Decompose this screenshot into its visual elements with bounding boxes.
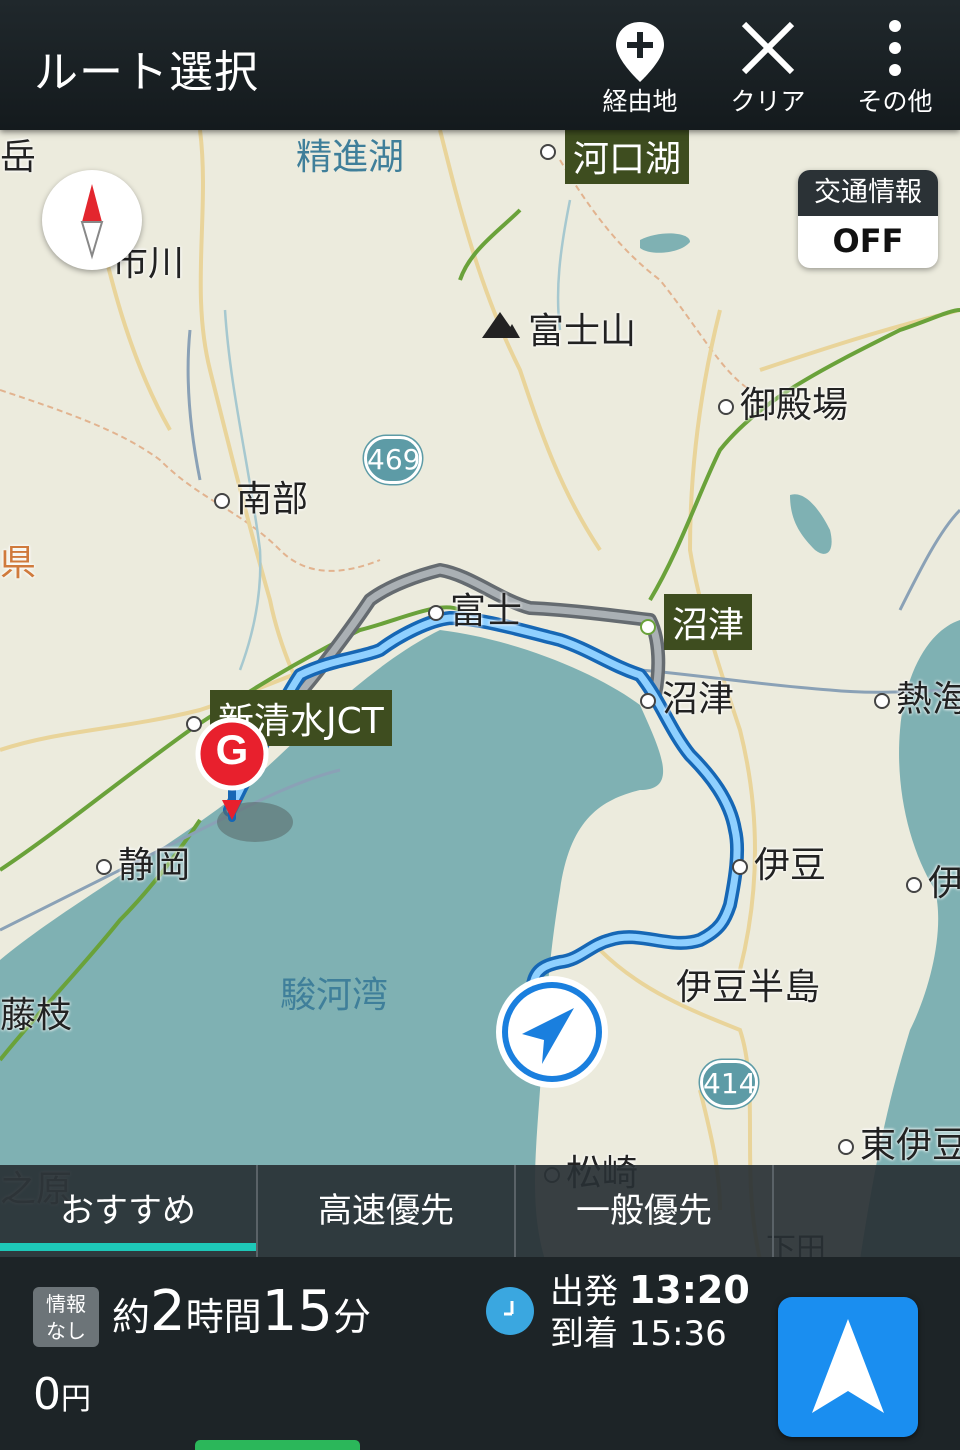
- label-nanbu-wrap: 南部: [214, 470, 308, 522]
- arrive-label: 到着: [550, 1314, 618, 1354]
- traffic-info-badge: 情報 なし: [33, 1287, 99, 1347]
- label-nanbu: 南部: [236, 479, 309, 520]
- tab-general-label: 一般優先: [576, 1191, 712, 1231]
- depart-label: 出発: [550, 1272, 618, 1312]
- arrive-time: 15:36: [628, 1314, 727, 1354]
- route-option-tabs: おすすめ 高速優先 一般優先: [0, 1165, 960, 1257]
- badge-line1: 情報: [46, 1292, 86, 1316]
- map-base: [0, 130, 960, 1260]
- route-shield-469: 469: [364, 436, 422, 484]
- duration-minutes: 15: [261, 1279, 333, 1344]
- label-kawaguchiko-place: [540, 130, 562, 171]
- route-summary: 情報 なし 約2時間15分 出発 13:20 到着 15:36 0円: [0, 1257, 960, 1450]
- active-tab-indicator: [0, 1243, 256, 1251]
- label-ito: 伊: [928, 863, 960, 904]
- depart-time: 13:20: [628, 1268, 750, 1312]
- toll-unit: 円: [61, 1382, 91, 1417]
- tab-highway-label: 高速優先: [318, 1191, 454, 1231]
- lake-ashi: [790, 494, 832, 554]
- label-gotemba-wrap: 御殿場: [718, 376, 848, 428]
- navigation-arrow-icon: [812, 1319, 884, 1413]
- label-numazu-wrap: 沼津: [640, 670, 734, 722]
- current-location-marker[interactable]: [492, 972, 612, 1092]
- compass-button[interactable]: [42, 170, 142, 270]
- app-header: ルート選択 経由地 クリア その他: [0, 0, 960, 130]
- goal-letter: G: [215, 726, 249, 773]
- label-numazu: 沼津: [662, 679, 735, 720]
- label-fuji-wrap: 富士: [428, 582, 522, 634]
- current-location-arrow-icon: [496, 976, 608, 1088]
- label-numazu-green-dot: [640, 605, 662, 646]
- goal-marker[interactable]: G: [194, 716, 274, 826]
- label-shizuoka-wrap: 静岡: [96, 836, 190, 888]
- add-waypoint-button[interactable]: 経由地: [585, 14, 695, 124]
- label-ito-wrap: 伊: [906, 854, 960, 906]
- route-shield-414: 414: [700, 1060, 758, 1108]
- tab-recommended-label: おすすめ: [60, 1191, 196, 1231]
- clock-icon: [486, 1287, 534, 1335]
- tab-general-priority[interactable]: 一般優先: [516, 1165, 774, 1257]
- label-fujisan: 富士山: [528, 311, 637, 352]
- toll-value: 0: [33, 1369, 61, 1420]
- label-surugawan: 駿河湾: [280, 975, 389, 1016]
- traffic-toggle[interactable]: 交通情報 OFF: [798, 170, 938, 268]
- label-higashiizu: 東伊豆: [860, 1125, 960, 1166]
- duration-minutes-unit: 分: [332, 1295, 371, 1339]
- label-fujieda: 藤枝: [0, 995, 73, 1036]
- route-map[interactable]: 精進湖 岳 河口湖 市川 富士山 御殿場 南部 県 富士 沼津 沼津 熱海 新清…: [0, 130, 960, 1260]
- page-title: ルート選択: [34, 47, 259, 98]
- label-higashiizu-wrap: 東伊豆: [838, 1116, 960, 1168]
- more-label: その他: [857, 87, 933, 116]
- duration: 約2時間15分: [112, 1279, 371, 1344]
- tab-highway-priority[interactable]: 高速優先: [258, 1165, 516, 1257]
- duration-prefix: 約: [112, 1295, 151, 1339]
- label-gotemba: 御殿場: [740, 385, 849, 426]
- clear-label: クリア: [730, 87, 806, 116]
- departure-arrival: 出発 13:20 到着 15:36: [550, 1269, 750, 1355]
- start-navigation-button[interactable]: [778, 1297, 918, 1437]
- distance-indicator-bar: [195, 1440, 360, 1450]
- more-vertical-icon: [889, 20, 901, 76]
- tab-recommended[interactable]: おすすめ: [0, 1165, 258, 1257]
- label-izu-wrap: 伊豆: [732, 836, 826, 888]
- add-waypoint-label: 経由地: [602, 87, 678, 116]
- label-edge-top: 岳: [0, 137, 37, 178]
- more-button[interactable]: その他: [840, 14, 950, 124]
- label-numazu-green: 沼津: [664, 594, 753, 650]
- add-waypoint-icon: [616, 22, 664, 82]
- label-edge-left: 県: [0, 543, 37, 584]
- traffic-state: OFF: [832, 222, 904, 260]
- label-atami-wrap: 熱海: [874, 670, 960, 722]
- duration-hours: 2: [150, 1279, 186, 1344]
- label-izu: 伊豆: [754, 845, 827, 886]
- label-fuji: 富士: [450, 591, 523, 632]
- label-kawaguchiko: 河口湖: [565, 130, 690, 184]
- traffic-label: 交通情報: [798, 170, 938, 216]
- clear-button[interactable]: クリア: [713, 14, 823, 124]
- badge-line2: なし: [46, 1319, 86, 1343]
- duration-hours-unit: 時間: [185, 1295, 262, 1339]
- lake-kawaguchi: [640, 233, 690, 253]
- label-izuhanto: 伊豆半島: [676, 967, 821, 1008]
- label-shizuoka: 静岡: [118, 845, 191, 886]
- toll-fee: 0円: [33, 1369, 91, 1420]
- close-icon: [741, 21, 795, 75]
- compass-icon: [80, 184, 104, 260]
- label-atami: 熱海: [896, 679, 960, 720]
- label-shojiko: 精進湖: [296, 137, 405, 178]
